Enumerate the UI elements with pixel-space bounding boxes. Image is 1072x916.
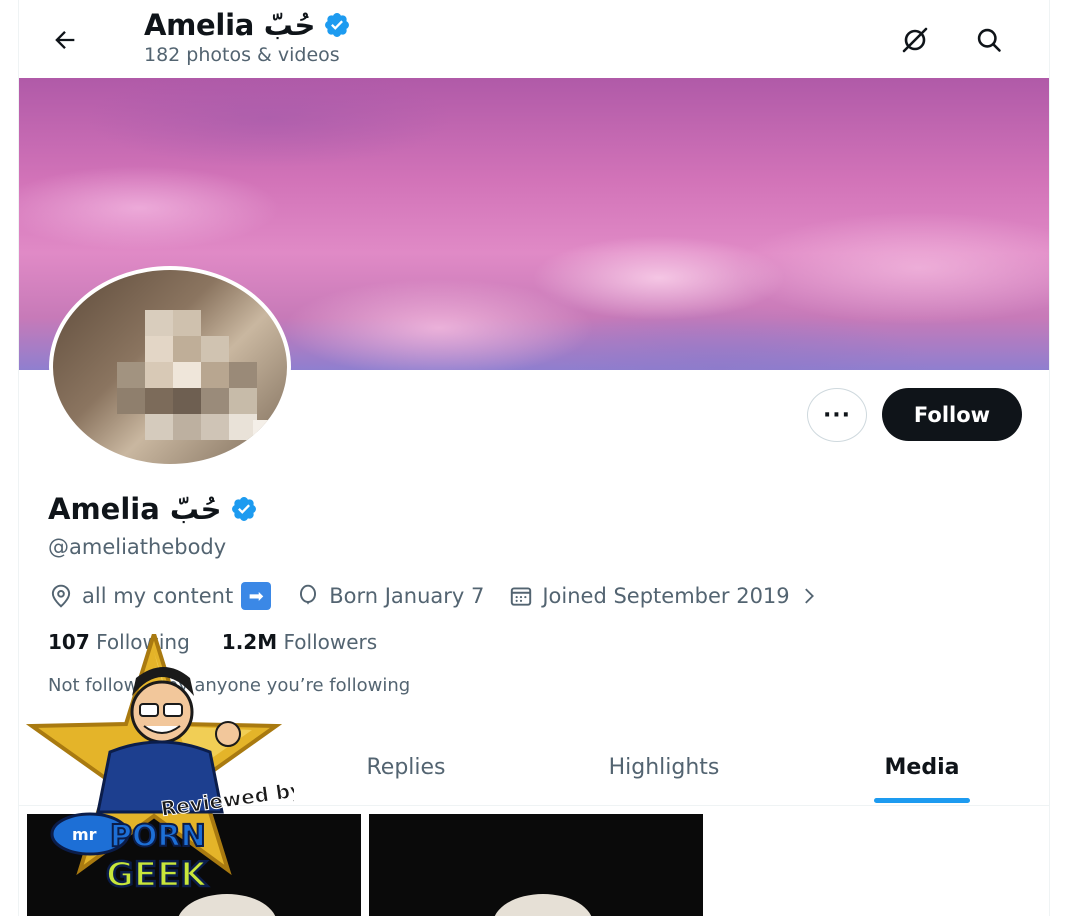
followers-label: Followers — [283, 630, 378, 654]
location-item: all my content ➡ — [48, 582, 272, 610]
search-button[interactable] — [969, 20, 1009, 60]
grok-icon — [902, 27, 928, 53]
display-name: Amelia حُبّ — [48, 492, 222, 526]
chevron-right-icon — [804, 588, 814, 604]
media-grid — [27, 814, 703, 916]
tab-highlights[interactable]: Highlights — [535, 730, 793, 805]
profile-meta: all my content ➡ Born January 7 Joined S… — [48, 582, 844, 610]
following-link[interactable]: 107 Following — [48, 630, 190, 654]
following-label: Following — [96, 630, 190, 654]
top-bar: Amelia حُبّ 182 photos & videos — [19, 0, 1049, 78]
birthday-text: Born January 7 — [329, 584, 485, 608]
balloon-icon — [300, 584, 317, 605]
verified-badge-icon — [325, 13, 350, 37]
profile-tabs: Posts Replies Highlights Media — [19, 730, 1049, 806]
calendar-icon — [511, 587, 532, 606]
back-button[interactable] — [45, 20, 85, 60]
user-handle: @ameliathebody — [48, 535, 227, 559]
right-arrow-emoji-icon: ➡ — [241, 582, 272, 610]
header-title-group: Amelia حُبّ 182 photos & videos — [144, 8, 351, 66]
following-count: 107 — [48, 630, 90, 654]
location-pin-icon — [51, 584, 71, 608]
search-icon — [977, 28, 1001, 52]
joined-text: Joined September 2019 — [542, 584, 790, 608]
follow-stats: 107 Following 1.2M Followers — [48, 630, 409, 654]
birthday-item: Born January 7 — [295, 583, 484, 609]
follow-button[interactable]: Follow — [882, 388, 1022, 441]
page-title: Amelia حُبّ — [144, 8, 316, 42]
joined-item[interactable]: Joined September 2019 — [508, 583, 819, 609]
followed-by-note: Not followed by anyone you’re following — [48, 675, 411, 696]
followers-count: 1.2M — [221, 630, 278, 654]
tab-posts[interactable]: Posts — [19, 730, 277, 805]
followers-link[interactable]: 1.2M Followers — [222, 630, 377, 654]
media-thumbnail[interactable] — [27, 814, 361, 916]
arrow-left-icon — [55, 31, 75, 49]
more-options-button[interactable]: ··· — [807, 388, 867, 442]
location-text: all my content — [82, 584, 234, 608]
tab-replies[interactable]: Replies — [277, 730, 535, 805]
tab-media[interactable]: Media — [793, 730, 1049, 805]
grok-button[interactable] — [895, 20, 935, 60]
avatar[interactable] — [49, 266, 291, 468]
profile-page: Amelia حُبّ 182 photos & videos ··· Foll… — [18, 0, 1050, 916]
verified-badge-icon — [231, 497, 256, 521]
post-count: 182 photos & videos — [144, 44, 340, 66]
media-thumbnail[interactable] — [369, 814, 703, 916]
display-name-row: Amelia حُبّ — [48, 492, 258, 526]
